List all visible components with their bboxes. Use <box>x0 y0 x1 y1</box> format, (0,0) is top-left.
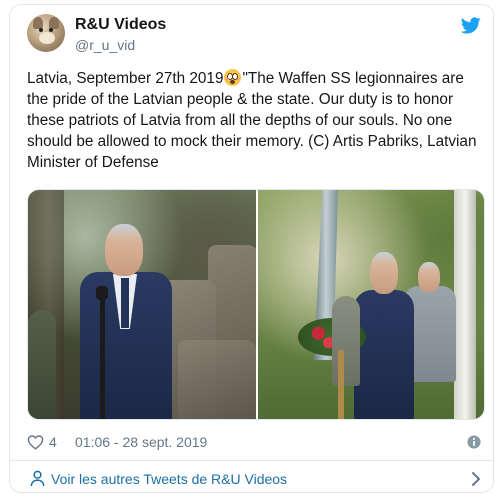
author-name[interactable]: R&U Videos <box>75 16 166 34</box>
user-icon <box>30 470 45 487</box>
divider <box>10 460 493 461</box>
author-handle[interactable]: @r_u_vid <box>75 37 135 53</box>
tweet-card: R&U Videos @r_u_vid Latvia, September 27… <box>9 4 494 493</box>
avatar[interactable] <box>27 14 65 52</box>
tweet-media <box>27 189 485 420</box>
tweet-text-intro: Latvia, September 27th 2019 <box>27 70 224 87</box>
info-icon[interactable] <box>467 435 481 449</box>
more-tweets-label[interactable]: Voir les autres Tweets de R&U Videos <box>51 471 287 487</box>
twitter-bird-icon[interactable] <box>461 17 481 34</box>
heart-icon[interactable] <box>27 434 44 450</box>
tweet-timestamp[interactable]: 01:06 - 28 sept. 2019 <box>75 434 207 450</box>
more-tweets-link[interactable]: Voir les autres Tweets de R&U Videos <box>30 468 481 490</box>
photo-speaker[interactable] <box>28 190 256 419</box>
tweet-footer: 4 01:06 - 28 sept. 2019 <box>27 433 481 453</box>
chevron-right-icon[interactable] <box>471 471 481 487</box>
like-count[interactable]: 4 <box>49 434 57 450</box>
tweet-text: Latvia, September 27th 2019 "The Waffen S… <box>27 68 479 173</box>
tweet-header: R&U Videos @r_u_vid <box>27 14 481 56</box>
photo-wreath[interactable] <box>258 190 484 419</box>
flushed-face-emoji-icon <box>224 69 242 86</box>
